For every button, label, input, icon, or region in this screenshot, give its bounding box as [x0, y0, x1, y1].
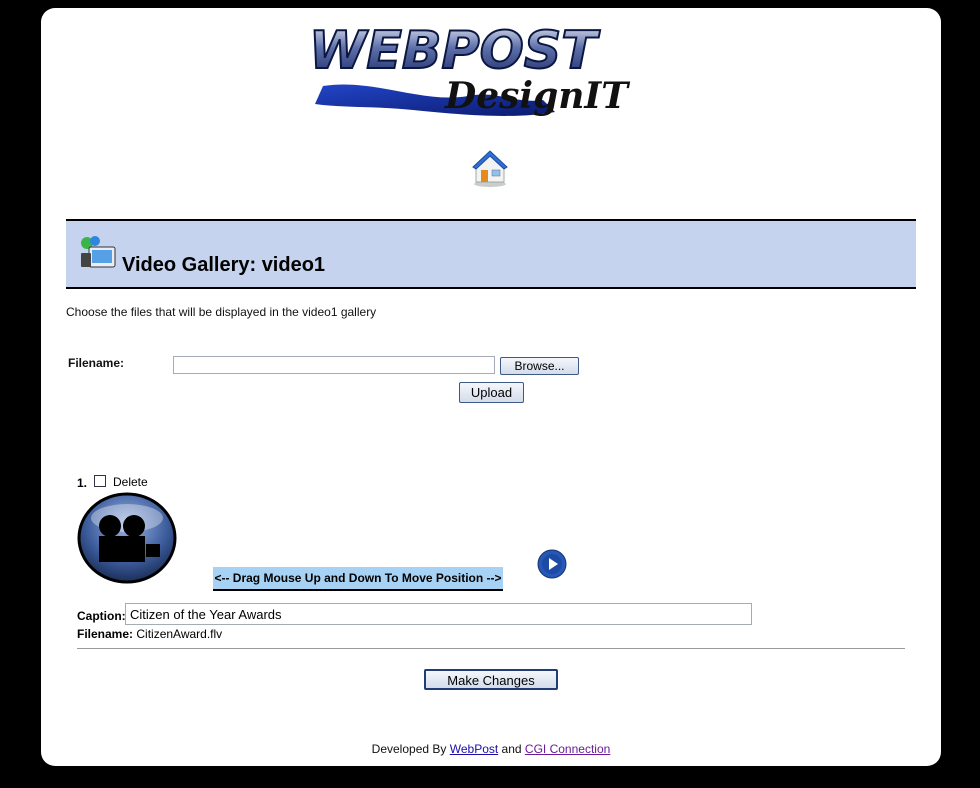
filename-label: Filename: [68, 356, 125, 370]
svg-text:DesignIT: DesignIT [444, 75, 630, 117]
page-header: Video Gallery: video1 [66, 219, 916, 289]
page-container: WEBPOST DesignIT Video Gallery: video1 C… [41, 8, 941, 766]
caption-input[interactable] [125, 603, 752, 625]
video-gallery-icon [81, 236, 116, 268]
browse-button[interactable]: Browse... [500, 357, 579, 375]
file-name-label: Filename: [77, 627, 134, 641]
svg-text:WEBPOST: WEBPOST [309, 21, 600, 81]
filename-row: Filename: CitizenAward.flv [77, 627, 222, 641]
page-title: Video Gallery: video1 [122, 254, 326, 276]
file-path-input[interactable] [173, 356, 495, 374]
footer-and: and [501, 742, 522, 756]
item-number: 1. [77, 476, 88, 490]
delete-label: Delete [113, 475, 148, 489]
upload-button[interactable]: Upload [459, 382, 524, 403]
intro-text: Choose the files that will be displayed … [66, 305, 377, 319]
make-changes-button[interactable]: Make Changes [424, 669, 558, 690]
drag-position-handle[interactable]: <-- Drag Mouse Up and Down To Move Posit… [213, 567, 503, 591]
footer: Developed By WebPost and CGI Connection [41, 742, 941, 756]
play-icon[interactable] [537, 549, 567, 579]
home-icon[interactable] [471, 148, 509, 188]
caption-label: Caption: [77, 609, 126, 623]
delete-checkbox[interactable] [94, 475, 106, 487]
webpost-link[interactable]: WebPost [450, 742, 498, 756]
video-camera-icon [77, 492, 177, 584]
divider [77, 648, 905, 649]
footer-prefix: Developed By [371, 742, 447, 756]
file-name-value: CitizenAward.flv [136, 627, 223, 641]
webpost-logo: WEBPOST DesignIT [308, 20, 630, 117]
cgi-connection-link[interactable]: CGI Connection [525, 742, 610, 756]
